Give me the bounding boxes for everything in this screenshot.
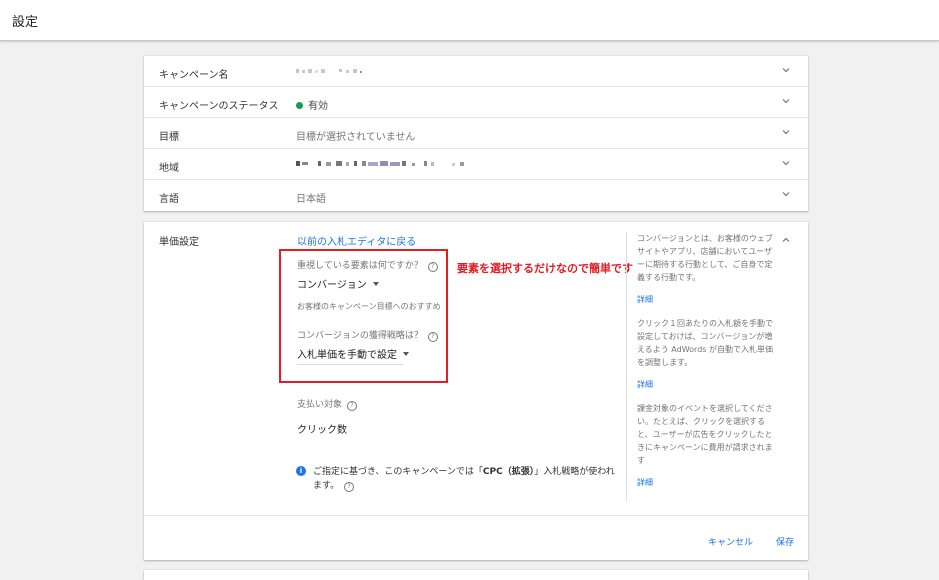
row-label: 言語 xyxy=(159,194,179,205)
row-label: キャンペーンのステータス xyxy=(159,101,279,112)
bidding-card: 単価設定 以前の入札エディタに戻る 重視している要素は何ですか？? コンバージョ… xyxy=(144,222,808,560)
goal-value: 目標が選択されていません xyxy=(296,132,416,143)
strategy-info: i ご指定に基づき、このキャンペーンでは「CPC（拡張）」入札戦略が使われます。… xyxy=(296,465,622,493)
payment-question-text: 支払い対象 xyxy=(297,400,343,410)
row-location[interactable]: 地域 xyxy=(144,149,808,180)
chevron-down-icon[interactable] xyxy=(780,95,792,107)
payment-value: クリック数 xyxy=(297,425,347,436)
back-to-old-bid-editor-link[interactable]: 以前の入札エディタに戻る xyxy=(297,233,416,248)
location-blurred xyxy=(296,159,471,170)
help-column: コンバージョンとは、お客様のウェブサイトやアプリ、店舗においてユーザーに期待する… xyxy=(626,232,774,502)
info-icon: i xyxy=(296,466,306,476)
save-button[interactable]: 保存 xyxy=(776,535,794,548)
status-text: 有効 xyxy=(308,101,328,112)
info-bold: CPC（拡張） xyxy=(482,467,535,477)
chevron-up-icon[interactable] xyxy=(780,234,792,246)
chevron-down-icon[interactable] xyxy=(780,64,792,76)
campaign-name-blurred xyxy=(296,66,366,77)
row-goal[interactable]: 目標 目標が選択されていません xyxy=(144,118,808,149)
help-icon[interactable]: ? xyxy=(344,482,355,492)
row-campaign-name[interactable]: キャンペーン名 xyxy=(144,56,808,87)
details-link[interactable]: 詳細 xyxy=(637,293,774,306)
details-link[interactable]: 詳細 xyxy=(637,378,774,391)
next-card-edge xyxy=(144,570,808,580)
blurred-text xyxy=(296,69,362,73)
row-label: 目標 xyxy=(159,132,179,143)
annotation-text: 要素を選択するだけなので簡単です xyxy=(457,262,633,275)
chevron-down-icon[interactable] xyxy=(780,188,792,200)
help-text-manual-bid: クリック１回あたりの入札額を手動で設定しておけば、コンバージョンが増えるよう A… xyxy=(637,319,773,367)
help-text-conversion: コンバージョンとは、お客様のウェブサイトやアプリ、店舗においてユーザーに期待する… xyxy=(637,234,773,282)
language-value: 日本語 xyxy=(296,194,326,205)
chevron-down-icon[interactable] xyxy=(780,126,792,138)
campaign-summary-card: キャンペーン名 キャンペーンのステータス 有効 目標 目標が選択されていません … xyxy=(144,56,808,211)
cancel-button[interactable]: キャンセル xyxy=(708,535,753,548)
row-campaign-status[interactable]: キャンペーンのステータス 有効 xyxy=(144,87,808,118)
chevron-down-icon[interactable] xyxy=(780,157,792,169)
page-title: 設定 xyxy=(12,15,39,30)
status-value: 有効 xyxy=(296,97,328,112)
top-bar: 設定 xyxy=(0,0,939,41)
info-prefix: ご指定に基づき、このキャンペーンでは「 xyxy=(313,467,483,477)
help-icon[interactable]: ? xyxy=(347,401,358,411)
info-text: ご指定に基づき、このキャンペーンでは「CPC（拡張）」入札戦略が使われます。? xyxy=(297,465,622,493)
bidding-section-label: 単価設定 xyxy=(159,237,199,248)
divider xyxy=(144,515,808,516)
details-link[interactable]: 詳細 xyxy=(637,476,774,489)
status-dot-icon xyxy=(296,102,303,109)
row-label: 地域 xyxy=(159,163,179,174)
blurred-text xyxy=(296,161,464,166)
annotation-box xyxy=(279,249,448,383)
row-language[interactable]: 言語 日本語 xyxy=(144,180,808,210)
payment-question: 支払い対象? xyxy=(297,397,358,411)
help-text-billing: 課金対象のイベントを選択してください。たとえば、クリックを選択すると、ユーザーが… xyxy=(637,404,773,465)
row-label: キャンペーン名 xyxy=(159,70,229,81)
